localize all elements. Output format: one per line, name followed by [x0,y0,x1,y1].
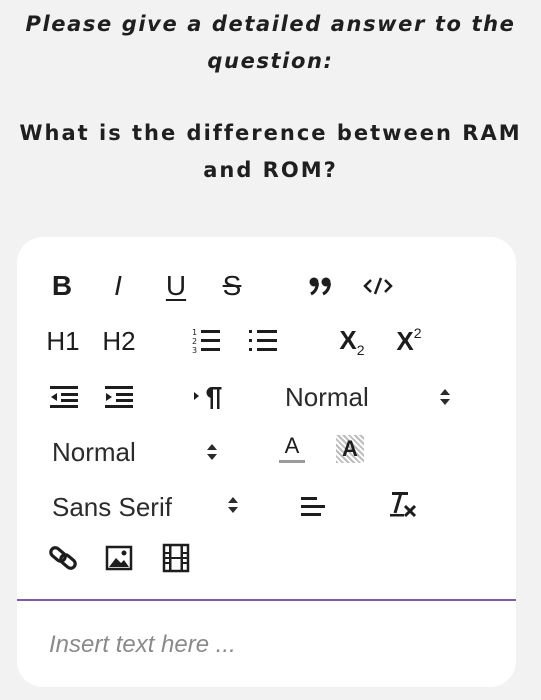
superscript-number: 2 [413,325,422,341]
link-icon [49,546,77,570]
superscript-letter: X [396,326,414,356]
background-color-button[interactable]: A [333,432,367,466]
clear-format-icon [390,492,417,518]
video-button[interactable] [159,541,193,575]
size-select[interactable]: Normal [52,437,136,468]
blockquote-icon [309,277,331,296]
link-button[interactable] [46,541,80,575]
italic-button[interactable]: I [105,271,131,301]
subscript-icon: X2 [339,325,364,358]
instruction-text: Please give a detailed answer to the que… [0,6,541,80]
strike-icon: S [222,270,242,301]
bold-icon: B [51,270,73,301]
ordered-list-button[interactable]: 1 2 3 [189,325,223,357]
indent-icon [105,386,133,408]
underline-button[interactable]: U [162,269,190,303]
toolbar-divider [17,599,516,601]
align-button[interactable] [296,489,330,523]
font-select-arrows-icon [228,497,238,513]
question-line-2: and ROM? [203,158,338,182]
bullet-list-icon [249,330,277,351]
font-select[interactable]: Sans Serif [52,492,172,523]
bullet-list-button[interactable] [246,325,280,357]
video-icon [162,543,190,573]
image-icon [105,545,133,571]
image-button[interactable] [102,541,136,575]
rtl-direction-button[interactable] [189,382,227,412]
svg-text:2: 2 [192,337,197,346]
align-icon [301,497,325,516]
strike-button[interactable]: S [218,271,246,301]
rich-text-editor: B I U S H1 H2 1 2 3 X2 X2 Normal Normal … [17,237,516,687]
size-select-arrows-icon [207,444,217,460]
instruction-line-2: question: [207,49,334,73]
header-select-arrows-icon [440,389,450,405]
header-select[interactable]: Normal [285,382,369,413]
subscript-number: 2 [356,341,365,358]
instruction-line-1: Please give a detailed answer to the [25,12,516,36]
bold-button[interactable]: B [49,271,75,301]
header-1-icon: H1 [46,325,80,356]
svg-text:3: 3 [192,346,197,355]
header-2-button[interactable]: H2 [100,325,138,357]
question-line-1: What is the difference between RAM [19,121,522,145]
underline-icon: U [165,270,187,301]
superscript-button[interactable]: X2 [390,325,428,357]
header-2-icon: H2 [102,325,136,356]
outdent-button[interactable] [47,382,81,412]
indent-button[interactable] [102,382,136,412]
question-text: What is the difference between RAM and R… [0,115,541,189]
superscript-icon: X2 [396,325,421,357]
clear-format-button[interactable] [384,487,420,523]
subscript-letter: X [339,324,357,355]
svg-text:1: 1 [192,328,197,337]
text-color-underline [279,460,305,463]
subscript-button[interactable]: X2 [333,325,371,358]
code-block-button[interactable] [362,272,394,300]
blockquote-button[interactable] [307,272,335,300]
header-1-button[interactable]: H1 [44,325,82,357]
outdent-icon [50,386,78,408]
text-color-icon: A [284,433,300,458]
code-block-icon [363,277,393,295]
editor-placeholder: Insert text here ... [49,631,236,658]
italic-icon: I [114,270,122,301]
editor-text-area[interactable]: Insert text here ... [49,631,236,659]
rtl-direction-icon [194,387,222,409]
ordered-list-icon: 1 2 3 [192,328,220,355]
background-color-letter: A [342,436,358,461]
text-color-button[interactable]: A [276,432,308,466]
background-color-icon: A [336,435,364,463]
